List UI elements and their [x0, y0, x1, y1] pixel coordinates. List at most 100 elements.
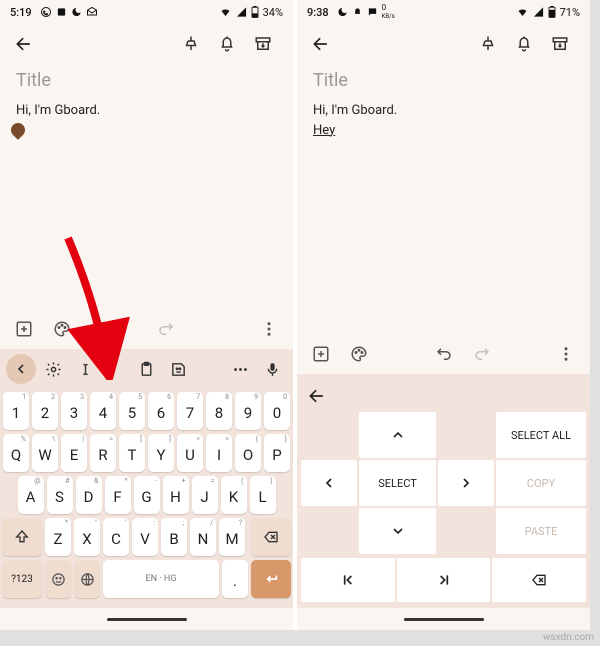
cursor-end-button[interactable]: [397, 558, 491, 602]
nav-pill[interactable]: [404, 618, 484, 621]
nav-pill[interactable]: [107, 618, 187, 621]
key-t[interactable]: [T: [119, 434, 145, 472]
archive-button[interactable]: [245, 26, 281, 62]
key-n[interactable]: /N: [190, 518, 216, 556]
keyboard-collapse-button[interactable]: [6, 354, 36, 384]
add-box-button[interactable]: [305, 338, 337, 370]
key-1[interactable]: 11: [3, 392, 29, 430]
reminder-button[interactable]: [506, 26, 542, 62]
cursor-backspace-button[interactable]: [492, 558, 586, 602]
note-text-line[interactable]: Hey: [313, 121, 574, 141]
select-all-button[interactable]: SELECT ALL: [496, 412, 586, 458]
key-l[interactable]: )L: [250, 476, 276, 514]
key-h[interactable]: +H: [163, 476, 189, 514]
palette-button[interactable]: [343, 338, 375, 370]
key-x[interactable]: "X: [74, 518, 100, 556]
arrow-left-icon: [14, 34, 34, 54]
pin-button[interactable]: [173, 26, 209, 62]
gear-icon: [45, 361, 62, 378]
status-clock: 9:38: [307, 6, 329, 19]
key-g[interactable]: -G: [134, 476, 160, 514]
pin-icon: [479, 35, 497, 53]
key-r[interactable]: =R: [90, 434, 116, 472]
back-button[interactable]: [303, 26, 339, 62]
cursor-control-button[interactable]: [70, 354, 100, 384]
emoji-icon: [51, 572, 66, 587]
key-w[interactable]: \W: [32, 434, 58, 472]
period-key[interactable]: .: [222, 560, 248, 598]
signal-icon: [533, 6, 544, 18]
key-q[interactable]: %Q: [3, 434, 29, 472]
undo-button[interactable]: [428, 338, 460, 370]
key-5[interactable]: 55: [119, 392, 145, 430]
key-9[interactable]: 99: [235, 392, 261, 430]
chevron-right-icon: [458, 475, 474, 491]
cursor-right-button[interactable]: [438, 460, 494, 506]
clipboard-button[interactable]: [132, 354, 162, 384]
copy-button: COPY: [496, 460, 586, 506]
cursor-left-button[interactable]: [301, 460, 357, 506]
key-b[interactable]: ;B: [161, 518, 187, 556]
cursor-panel-back-button[interactable]: [297, 380, 590, 412]
more-button[interactable]: [550, 338, 582, 370]
key-k[interactable]: (K: [221, 476, 247, 514]
right-screenshot: 9:38 0KB/s 71% Title Hi, I'm Gboard. Hey: [293, 0, 590, 630]
shift-key[interactable]: [2, 518, 42, 556]
cursor-up-button[interactable]: [359, 412, 436, 458]
cursor-home-button[interactable]: [301, 558, 395, 602]
reminder-button[interactable]: [209, 26, 245, 62]
key-4[interactable]: 44: [90, 392, 116, 430]
key-2[interactable]: 22: [32, 392, 58, 430]
note-body[interactable]: Title Hi, I'm Gboard. Hey: [297, 64, 590, 334]
back-button[interactable]: [6, 26, 42, 62]
key-c[interactable]: 'C: [103, 518, 129, 556]
more-button[interactable]: [253, 313, 285, 345]
select-button[interactable]: SELECT: [359, 460, 436, 506]
qwerty-keyboard: 11223344556677889900 %Q\W|E=R[T]Y<U>I{O}…: [0, 389, 293, 608]
key-i[interactable]: >I: [206, 434, 232, 472]
note-text-line[interactable]: Hi, I'm Gboard.: [313, 101, 574, 121]
key-p[interactable]: }P: [264, 434, 290, 472]
language-key[interactable]: [74, 560, 100, 598]
note-title-placeholder[interactable]: Title: [313, 70, 574, 91]
keyboard-more-button[interactable]: [225, 354, 255, 384]
emoji-key[interactable]: [45, 560, 71, 598]
key-e[interactable]: |E: [61, 434, 87, 472]
symbols-key[interactable]: ?123: [2, 560, 42, 598]
note-body[interactable]: Title Hi, I'm Gboard.: [0, 64, 293, 309]
text-cursor-handle[interactable]: [8, 120, 28, 140]
key-f[interactable]: *F: [105, 476, 131, 514]
palette-button[interactable]: [46, 313, 78, 345]
key-v[interactable]: :V: [132, 518, 158, 556]
key-d[interactable]: &D: [76, 476, 102, 514]
key-3[interactable]: 33: [61, 392, 87, 430]
keyboard-settings-button[interactable]: [38, 354, 68, 384]
key-z[interactable]: *Z: [45, 518, 71, 556]
key-s[interactable]: #S: [47, 476, 73, 514]
note-text-line[interactable]: Hi, I'm Gboard.: [16, 101, 277, 121]
note-title-placeholder[interactable]: Title: [16, 70, 277, 91]
key-u[interactable]: <U: [177, 434, 203, 472]
add-box-button[interactable]: [8, 313, 40, 345]
whatsapp-icon: [40, 6, 52, 18]
key-6[interactable]: 66: [148, 392, 174, 430]
archive-button[interactable]: [542, 26, 578, 62]
key-j[interactable]: =J: [192, 476, 218, 514]
enter-key[interactable]: [251, 560, 291, 598]
chat-icon: [367, 6, 378, 18]
space-key[interactable]: EN · HG: [103, 560, 219, 598]
more-vert-icon: [260, 320, 278, 338]
status-bar: 9:38 0KB/s 71%: [297, 0, 590, 24]
key-y[interactable]: ]Y: [148, 434, 174, 472]
pin-button[interactable]: [470, 26, 506, 62]
key-0[interactable]: 00: [264, 392, 290, 430]
cursor-down-button[interactable]: [359, 508, 436, 554]
backspace-key[interactable]: [251, 518, 291, 556]
key-o[interactable]: {O: [235, 434, 261, 472]
key-8[interactable]: 88: [206, 392, 232, 430]
voice-input-button[interactable]: [257, 354, 287, 384]
sticker-button[interactable]: [164, 354, 194, 384]
key-7[interactable]: 77: [177, 392, 203, 430]
key-a[interactable]: @A: [18, 476, 44, 514]
key-m[interactable]: ?M: [219, 518, 245, 556]
